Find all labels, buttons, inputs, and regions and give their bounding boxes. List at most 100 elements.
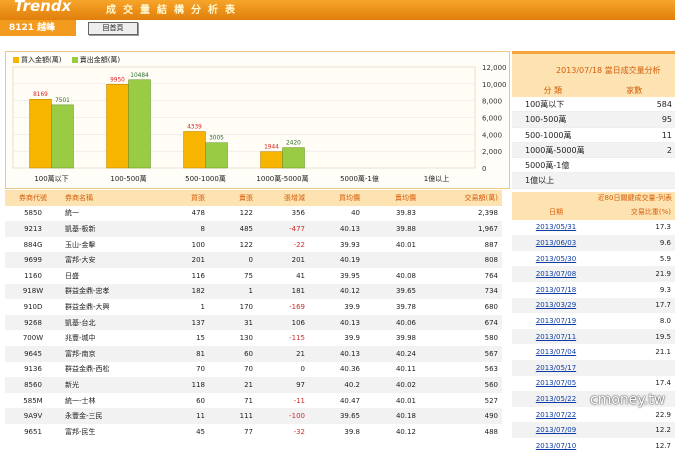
history-ratio: 19.5 (600, 329, 675, 345)
home-button[interactable]: 回首頁 (88, 22, 138, 35)
history-row: 2013/05/17 (512, 360, 675, 376)
broker-cell: 日盛 (61, 268, 157, 284)
broker-cell: -169 (257, 299, 309, 315)
broker-cell: -11 (257, 393, 309, 409)
watermark: cmoney.tw (590, 392, 665, 408)
bar-value-label: 3005 (209, 136, 224, 142)
broker-cell: 富邦-南京 (61, 346, 157, 362)
broker-cell: 77 (209, 424, 257, 440)
history-date-link[interactable]: 2013/07/08 (512, 266, 600, 282)
broker-cell: 201 (257, 252, 309, 268)
history-ratio (600, 360, 675, 376)
summary-count: 2 (611, 143, 675, 157)
broker-row[interactable]: 910D群益金鼎-大興1170-16939.939.78680 (5, 299, 502, 315)
history-date-link[interactable]: 2013/07/19 (512, 313, 600, 329)
broker-cell: 201 (157, 252, 209, 268)
broker-cell: 40.01 (364, 237, 420, 253)
broker-row[interactable]: 9213凱基-板新8485-47740.1339.881,967 (5, 221, 502, 237)
history-date-link[interactable]: 2013/06/03 (512, 235, 600, 251)
broker-row[interactable]: 585M統一-士林6071-1140.4740.01527 (5, 393, 502, 409)
summary-col-count: 家數 (594, 85, 675, 97)
broker-cell: 97 (257, 377, 309, 393)
history-row: 2013/06/039.6 (512, 235, 675, 251)
history-header: 近80日關鍵成交量-列表 (512, 192, 675, 204)
history-ratio: 21.9 (600, 266, 675, 282)
broker-cell: 60 (209, 346, 257, 362)
broker-row[interactable]: 918W群益金鼎-忠孝182118140.1239.65734 (5, 284, 502, 300)
broker-cell: 40.06 (364, 315, 420, 331)
summary-category: 100-500萬 (512, 112, 611, 126)
history-row: 2013/07/1012.7 (512, 438, 675, 454)
history-date-link[interactable]: 2013/07/05 (512, 376, 600, 392)
broker-cell: 75 (209, 268, 257, 284)
broker-cell: 40.2 (309, 377, 364, 393)
bar-value-label: 2420 (286, 141, 301, 147)
broker-cell: 1160 (5, 268, 61, 284)
history-date-link[interactable]: 2013/07/22 (512, 407, 600, 423)
broker-col-header: 交易額(萬) (420, 190, 502, 206)
broker-cell: 734 (420, 284, 502, 300)
broker-row[interactable]: 9136群益金鼎-西松7070040.3640.11563 (5, 362, 502, 378)
y-tick-label: 10,000 (482, 81, 507, 89)
broker-row[interactable]: 9651富邦-民生4577-3239.840.12488 (5, 424, 502, 440)
broker-cell: 39.98 (364, 330, 420, 346)
broker-cell: 674 (420, 315, 502, 331)
summary-count: 11 (611, 128, 675, 142)
history-date-link[interactable]: 2013/05/31 (512, 220, 600, 236)
broker-cell: 群益金鼎-忠孝 (61, 284, 157, 300)
broker-cell: 8560 (5, 377, 61, 393)
broker-col-header: 券商代號 (5, 190, 61, 206)
broker-cell: 560 (420, 377, 502, 393)
summary-category: 5000萬-1億 (512, 158, 611, 172)
x-category-label: 100萬以下 (34, 174, 68, 183)
history-row: 2013/07/0517.4 (512, 376, 675, 392)
summary-category: 1億以上 (512, 173, 611, 187)
bar-value-label: 4339 (187, 124, 202, 130)
history-date-link[interactable]: 2013/07/09 (512, 422, 600, 438)
history-date-link[interactable]: 2013/07/10 (512, 438, 600, 454)
broker-cell: 40.19 (309, 252, 364, 268)
broker-cell: 39.93 (309, 237, 364, 253)
history-date-link[interactable]: 2013/05/22 (512, 391, 600, 407)
broker-cell: 8 (157, 221, 209, 237)
history-date-link[interactable]: 2013/05/30 (512, 251, 600, 267)
broker-cell: 統一-士林 (61, 393, 157, 409)
broker-row[interactable]: 884G玉山-金擊100122-2239.9340.01887 (5, 237, 502, 253)
x-category-label: 1億以上 (424, 174, 449, 183)
broker-row[interactable]: 5850統一4781223564039.832,398 (5, 206, 502, 222)
broker-cell: 凱基-板新 (61, 221, 157, 237)
title-bar: Trendx 成交量結構分析表 (0, 0, 675, 20)
broker-cell: 40.12 (309, 284, 364, 300)
broker-row[interactable]: 9699富邦-大安201020140.19808 (5, 252, 502, 268)
x-category-label: 1000萬-5000萬 (256, 174, 308, 183)
summary-count: 584 (611, 97, 675, 111)
broker-cell: 兆豐-城中 (61, 330, 157, 346)
summary-category: 1000萬-5000萬 (512, 143, 611, 157)
broker-row[interactable]: 9645富邦-南京81602140.1340.24567 (5, 346, 502, 362)
broker-cell: 485 (209, 221, 257, 237)
history-date-link[interactable]: 2013/03/29 (512, 298, 600, 314)
broker-row[interactable]: 1160日盛116754139.9540.08764 (5, 268, 502, 284)
history-date-link[interactable]: 2013/05/17 (512, 360, 600, 376)
summary-rows: 100萬以下584100-500萬95500-1000萬111000萬-5000… (512, 97, 675, 189)
broker-row[interactable]: 700W兆豐-城中15130-11539.939.98580 (5, 330, 502, 346)
bar-value-label: 7501 (55, 98, 70, 104)
broker-row[interactable]: 8560新光118219740.240.02560 (5, 377, 502, 393)
history-date-link[interactable]: 2013/07/04 (512, 344, 600, 360)
y-tick-label: 12,000 (482, 64, 507, 72)
broker-cell: 1,967 (420, 221, 502, 237)
broker-row[interactable]: 9268凱基-台北1373110640.1340.06674 (5, 315, 502, 331)
broker-cell: 40.12 (364, 424, 420, 440)
summary-row: 100-500萬95 (512, 112, 675, 127)
history-date-link[interactable]: 2013/07/18 (512, 282, 600, 298)
history-date-link[interactable]: 2013/07/11 (512, 329, 600, 345)
broker-cell: 2,398 (420, 206, 502, 222)
broker-cell: 9645 (5, 346, 61, 362)
bar-sell (52, 105, 74, 168)
x-category-label: 500-1000萬 (185, 174, 226, 183)
summary-count (611, 158, 675, 172)
broker-cell: 182 (157, 284, 209, 300)
broker-col-header: 賣均價 (364, 190, 420, 206)
broker-cell: 統一 (61, 206, 157, 222)
broker-cell: 122 (209, 237, 257, 253)
